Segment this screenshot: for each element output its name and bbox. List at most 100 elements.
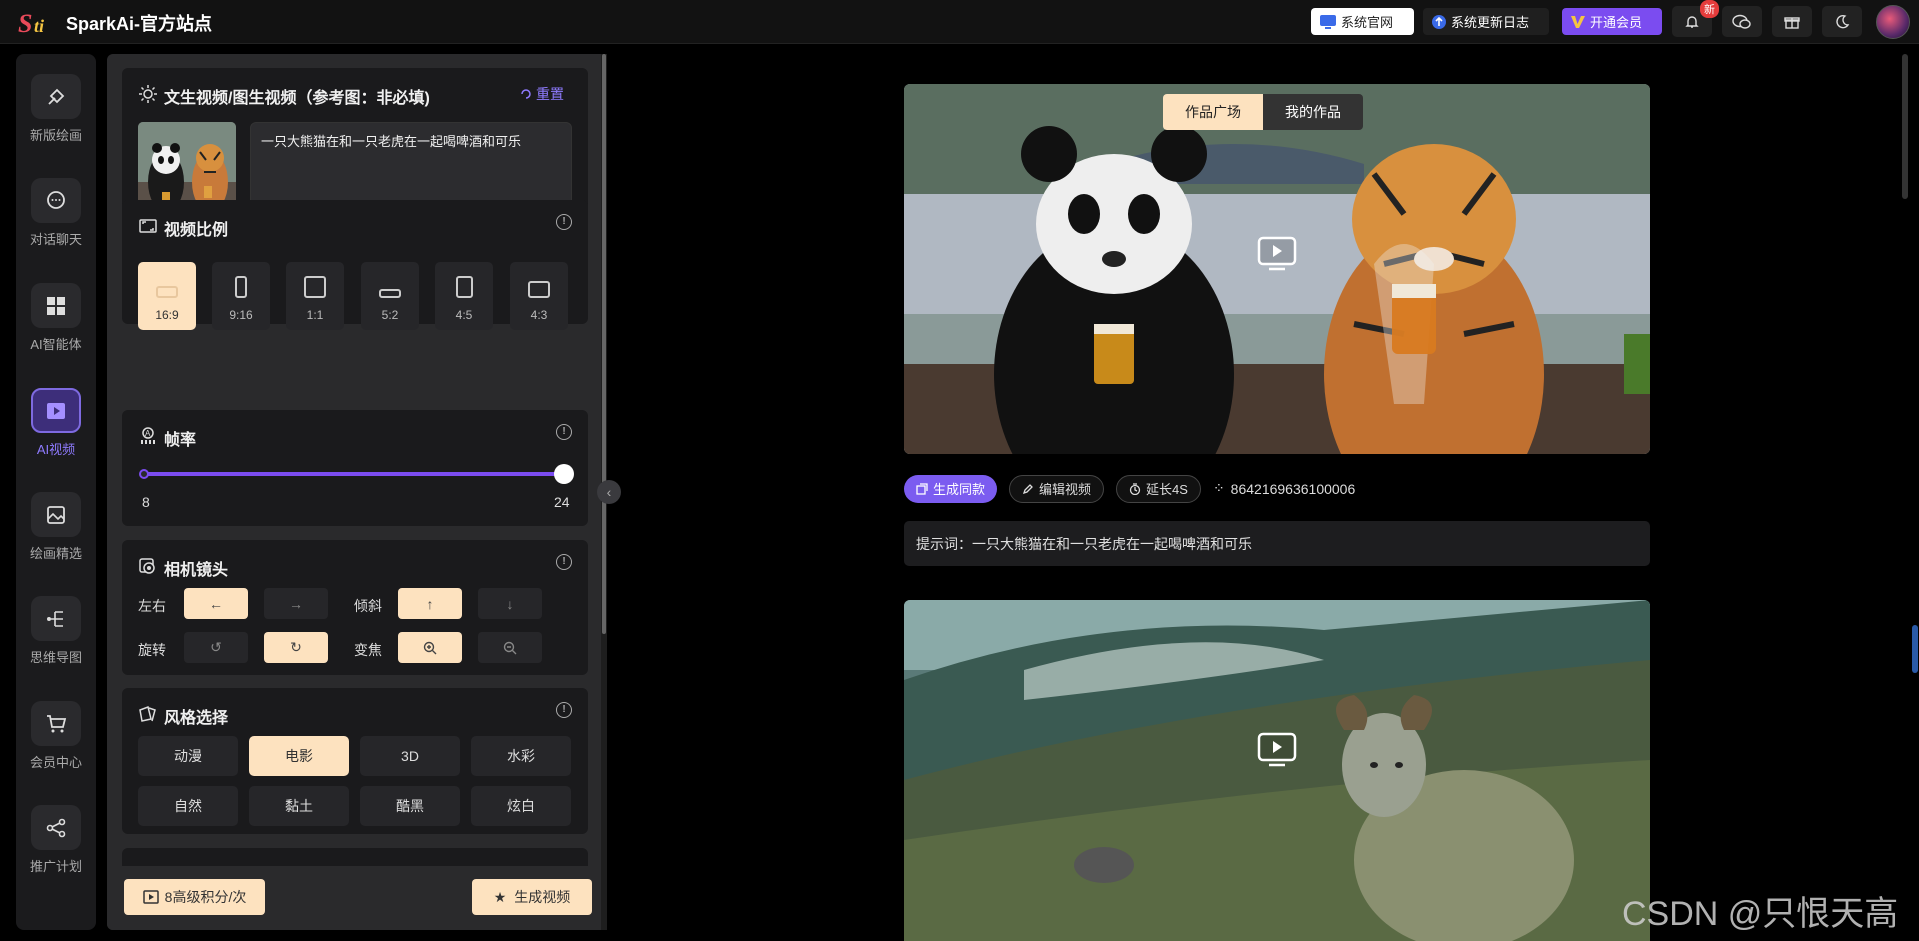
ratio-option-4-5[interactable]: 4:5: [435, 262, 493, 330]
cost-label: 8高级积分/次: [164, 889, 247, 905]
ratio-option-4-3[interactable]: 4:3: [510, 262, 568, 330]
arrow-up-icon: ↑: [426, 595, 434, 612]
changelog-button[interactable]: 系统更新日志: [1423, 8, 1549, 35]
edit-video-button[interactable]: 编辑视频: [1009, 474, 1105, 503]
style-option-white[interactable]: 炫白: [471, 786, 571, 826]
rotate-cw-icon: ↻: [290, 639, 302, 655]
video-card-1[interactable]: [904, 84, 1650, 454]
main-scrollbar-thumb[interactable]: [1902, 54, 1908, 199]
vip-button-label: 开通会员: [1590, 15, 1643, 30]
info-icon[interactable]: !: [556, 214, 572, 230]
ratio-label: 9:16: [229, 308, 253, 322]
app-logo[interactable]: S ti: [18, 6, 52, 38]
style-option-nature[interactable]: 自然: [138, 786, 238, 826]
zoom-in-button[interactable]: [398, 632, 462, 663]
upload-icon: [1432, 14, 1446, 29]
ratio-option-1-1[interactable]: 1:1: [286, 262, 344, 330]
style-option-anime[interactable]: 动漫: [138, 736, 238, 776]
fps-card: A 帧率 ! 8 24: [122, 410, 588, 526]
generate-label: 生成视频: [514, 889, 571, 905]
wechat-button[interactable]: [1722, 6, 1762, 37]
ratio-card: 视频比例 ! 16:9 9:16 1:1 5:2 4:5 4:3: [122, 200, 588, 330]
nav-item-member[interactable]: 会员中心: [16, 681, 96, 771]
generate-same-button[interactable]: 生成同款: [904, 474, 998, 503]
tilt-up-button[interactable]: ↑: [398, 588, 462, 619]
sheep-video-frame: [904, 600, 1650, 941]
nav-item-new-drawing[interactable]: 新版绘画: [16, 54, 96, 144]
collapse-panel-button[interactable]: ‹: [597, 480, 621, 504]
camera-card: 相机镜头 ! 左右 ← → 倾斜 ↑ ↓ 旋转 ↺ ↻ 变焦: [122, 540, 588, 675]
refresh-icon: [916, 482, 928, 495]
top-bar: S ti SparkAi-官方站点 系统官网 系统更新日志 开通会员 新: [0, 0, 1919, 44]
ratio-shape-icon: [528, 281, 550, 298]
camera-card-title: 相机镜头: [164, 562, 229, 579]
info-icon[interactable]: !: [556, 702, 572, 718]
gallery-icon: [47, 505, 65, 524]
nav-item-gallery[interactable]: 绘画精选: [16, 472, 96, 562]
pan-label: 左右: [138, 598, 166, 614]
style-option-film[interactable]: 电影: [249, 736, 349, 776]
sun-icon: [139, 85, 157, 103]
site-button[interactable]: 系统官网: [1311, 8, 1414, 35]
fps-slider-track[interactable]: [144, 472, 564, 476]
fps-slider-handle[interactable]: [554, 464, 574, 484]
nav-item-ai-agent[interactable]: AI智能体: [16, 263, 96, 353]
style-card: 风格选择 ! 动漫 电影 3D 水彩 自然 黏土 酷黑 炫白: [122, 688, 588, 834]
video-icon: [47, 402, 65, 419]
brush-icon: [48, 88, 65, 105]
extend-button[interactable]: 延长4S: [1116, 474, 1201, 503]
tab-my-works[interactable]: 我的作品: [1263, 94, 1363, 130]
rotate-ccw-button[interactable]: ↺: [184, 632, 248, 663]
rotate-ccw-icon: ↺: [210, 639, 222, 655]
edit-video-label: 编辑视频: [1039, 482, 1092, 497]
style-option-watercolor[interactable]: 水彩: [471, 736, 571, 776]
rotate-cw-button[interactable]: ↻: [264, 632, 328, 663]
generate-same-label: 生成同款: [933, 482, 986, 497]
info-icon[interactable]: !: [556, 424, 572, 440]
reset-label: 重置: [536, 86, 564, 102]
tilt-down-button[interactable]: ↓: [478, 588, 542, 619]
pan-left-button[interactable]: ←: [184, 588, 248, 619]
star-icon: ★: [493, 888, 507, 905]
fps-icon: A: [141, 427, 155, 444]
tab-plaza[interactable]: 作品广场: [1163, 94, 1263, 130]
share-icon: [46, 818, 66, 837]
gift-button[interactable]: [1772, 6, 1812, 37]
side-widget-handle[interactable]: [1912, 625, 1918, 673]
video-card-2[interactable]: [904, 600, 1650, 941]
bell-icon: [1685, 15, 1699, 28]
nav-item-mindmap[interactable]: 思维导图: [16, 576, 96, 666]
moon-icon: [1836, 14, 1850, 28]
ratio-shape-icon: [455, 276, 473, 298]
ratio-label: 16:9: [155, 308, 179, 322]
ratio-option-9-16[interactable]: 9:16: [212, 262, 270, 330]
vip-icon: [1571, 15, 1585, 28]
ratio-option-16-9[interactable]: 16:9: [138, 262, 196, 330]
nav-item-promotion[interactable]: 推广计划: [16, 785, 96, 875]
vip-button[interactable]: 开通会员: [1562, 8, 1662, 35]
video-action-row: 生成同款 编辑视频 延长4S ⁘ 8642169636100006: [904, 474, 1355, 503]
user-avatar[interactable]: [1876, 5, 1910, 39]
zoom-out-button[interactable]: [478, 632, 542, 663]
play-icon[interactable]: [1257, 730, 1297, 770]
new-badge: 新: [1700, 0, 1719, 18]
info-icon[interactable]: !: [556, 554, 572, 570]
play-icon[interactable]: [1257, 234, 1297, 274]
nav-label: 思维导图: [29, 650, 82, 665]
style-option-3d[interactable]: 3D: [360, 736, 460, 776]
cost-button[interactable]: 8高级积分/次: [124, 879, 265, 915]
nav-label: 新版绘画: [29, 128, 82, 143]
grid-icon: [47, 296, 65, 315]
generate-video-button[interactable]: ★ 生成视频: [472, 879, 592, 915]
theme-button[interactable]: [1822, 6, 1862, 37]
nav-item-chat[interactable]: 对话聊天: [16, 158, 96, 248]
nav-item-ai-video[interactable]: AI视频: [16, 368, 96, 458]
reset-button[interactable]: 重置: [520, 84, 564, 104]
style-option-clay[interactable]: 黏土: [249, 786, 349, 826]
style-option-dark[interactable]: 酷黑: [360, 786, 460, 826]
pan-right-button[interactable]: →: [264, 588, 328, 619]
style-card-title: 风格选择: [164, 710, 229, 727]
ratio-option-5-2[interactable]: 5:2: [361, 262, 419, 330]
panel-scrollbar-thumb[interactable]: [602, 54, 606, 634]
left-nav: 新版绘画 对话聊天 AI智能体 AI视频 绘画精选 思维导图 会员中心 推广计划: [16, 54, 96, 930]
